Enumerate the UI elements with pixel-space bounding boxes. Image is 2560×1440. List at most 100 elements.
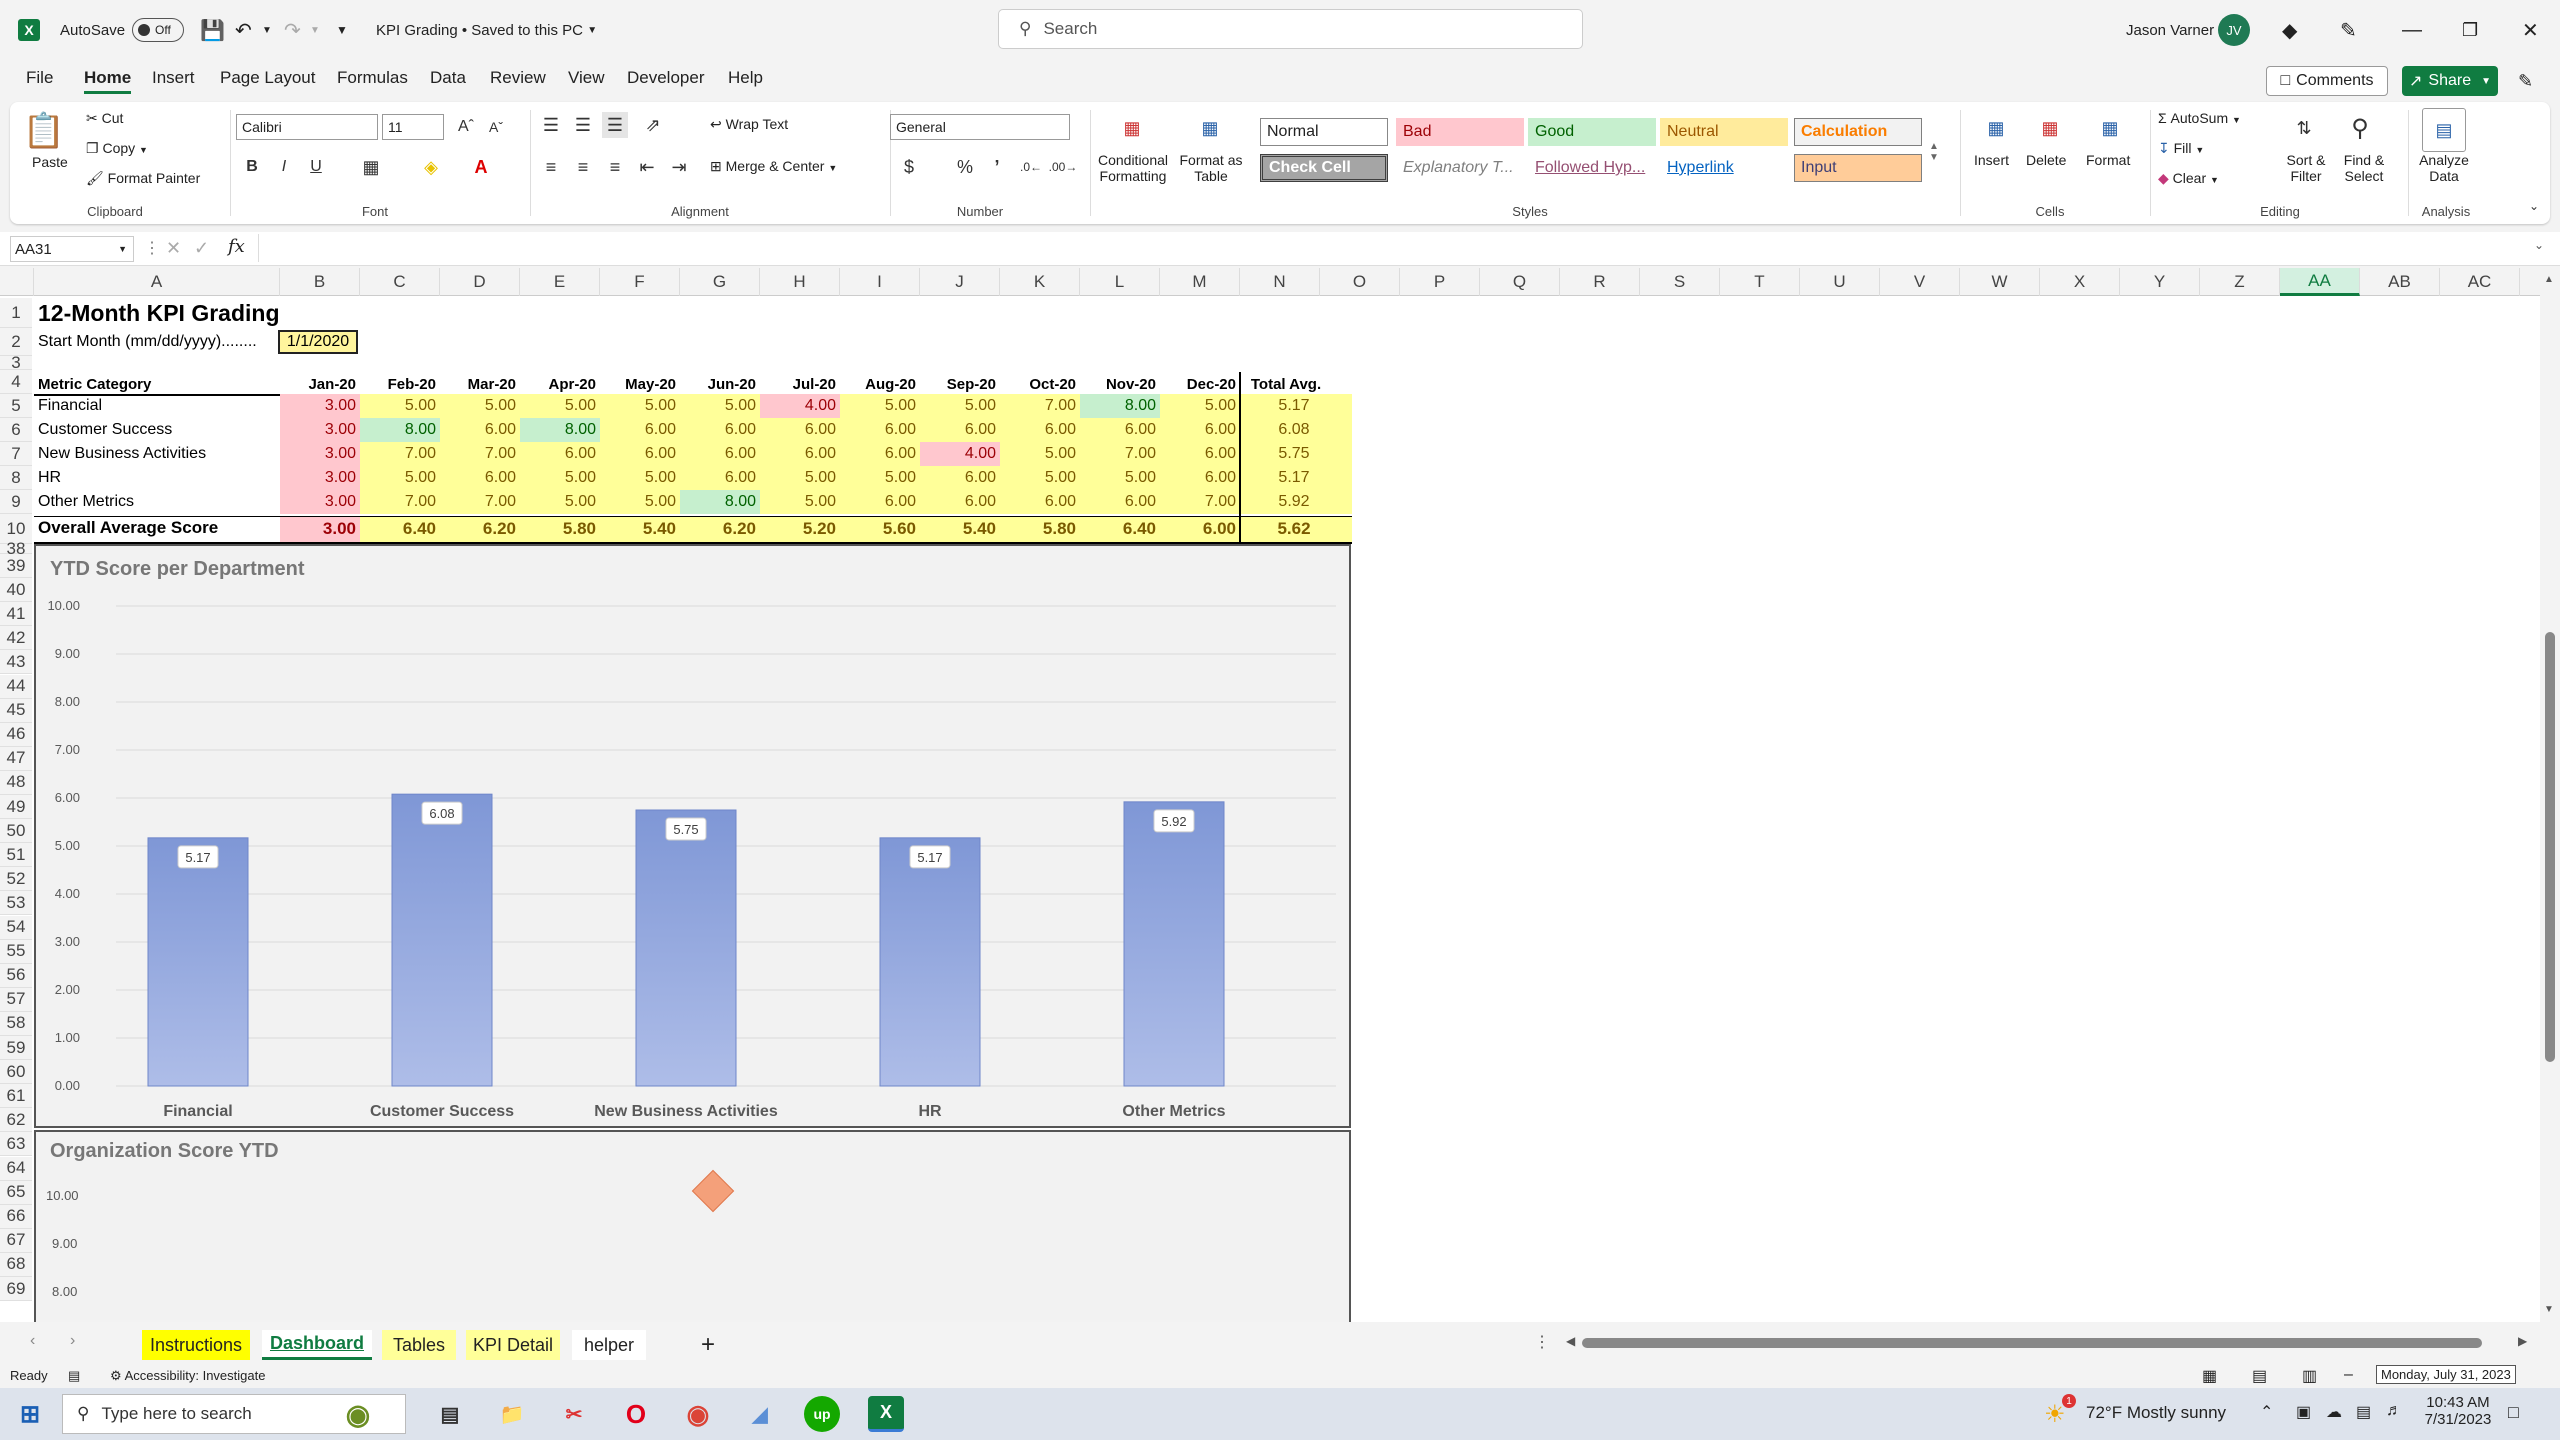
column-header-k[interactable]: K xyxy=(1000,268,1080,296)
row-header[interactable]: 8 xyxy=(0,466,32,490)
score-cell[interactable]: 6.00 xyxy=(600,418,680,442)
delete-cells-icon[interactable]: ▦ xyxy=(2030,110,2070,146)
undo-icon[interactable]: ↶ xyxy=(235,0,252,60)
more-icon[interactable]: ⋮ xyxy=(144,238,160,258)
row-header[interactable]: 5 xyxy=(0,394,32,418)
bar-hr[interactable] xyxy=(879,837,981,1087)
score-cell[interactable]: 6.00 xyxy=(840,418,920,442)
score-cell[interactable]: 6.00 xyxy=(1000,490,1080,514)
page-break-view-icon[interactable]: ▥ xyxy=(2302,1366,2317,1386)
score-cell[interactable]: 6.00 xyxy=(1160,442,1240,466)
style-check-cell[interactable]: Check Cell xyxy=(1260,154,1388,182)
score-cell[interactable]: 7.00 xyxy=(360,442,440,466)
share-button[interactable]: ↗ Share ▼ xyxy=(2402,66,2498,96)
notification-center-icon[interactable]: □ xyxy=(2508,1402,2519,1423)
style-input[interactable]: Input xyxy=(1794,154,1922,182)
format-cells-icon[interactable]: ▦ xyxy=(2090,110,2130,146)
autosave-toggle[interactable]: Off xyxy=(132,0,184,60)
score-cell[interactable]: 6.00 xyxy=(920,490,1000,514)
score-cell[interactable]: 6.00 xyxy=(840,490,920,514)
score-cell[interactable]: 5.00 xyxy=(360,394,440,418)
column-header-v[interactable]: V xyxy=(1880,268,1960,296)
row-header[interactable]: 61 xyxy=(0,1084,32,1109)
row-header[interactable]: 50 xyxy=(0,819,32,844)
format-table-icon[interactable]: ▦ xyxy=(1190,110,1230,146)
overall-score-cell[interactable]: 6.40 xyxy=(360,516,440,542)
style-normal[interactable]: Normal xyxy=(1260,118,1388,146)
column-header-m[interactable]: M xyxy=(1160,268,1240,296)
row-header[interactable]: 65 xyxy=(0,1180,32,1205)
orientation-icon[interactable]: ⇗ xyxy=(640,112,666,138)
styles-scroll-icon[interactable]: ▲ ▼ xyxy=(1926,112,1942,192)
menu-file[interactable]: File xyxy=(26,68,53,88)
overall-score-cell[interactable]: 5.80 xyxy=(1000,516,1080,542)
overall-score-cell[interactable]: 6.20 xyxy=(440,516,520,542)
format-as-table-button[interactable]: Format as Table xyxy=(1178,152,1244,184)
borders-icon[interactable]: ▦ xyxy=(358,154,384,180)
total-avg-cell[interactable]: 5.17 xyxy=(1240,394,1352,418)
align-center-icon[interactable]: ≡ xyxy=(570,154,596,180)
overall-score-cell[interactable]: 5.40 xyxy=(920,516,1000,542)
upwork-icon[interactable]: up xyxy=(804,1396,840,1432)
italic-icon[interactable]: I xyxy=(272,154,296,180)
zoom-out-icon[interactable]: – xyxy=(2344,1366,2353,1384)
paste-button[interactable]: Paste xyxy=(32,154,68,170)
row-header[interactable]: 45 xyxy=(0,698,32,723)
accessibility-status[interactable]: ⚙ Accessibility: Investigate xyxy=(110,1368,265,1384)
score-cell[interactable]: 4.00 xyxy=(760,394,840,418)
volume-icon[interactable]: ♬ xyxy=(2386,1402,2402,1420)
scroll-left-icon[interactable]: ◀ xyxy=(1566,1334,1575,1348)
score-cell[interactable]: 8.00 xyxy=(1080,394,1160,418)
score-cell[interactable]: 3.00 xyxy=(280,394,360,418)
macro-icon[interactable]: ▤ xyxy=(68,1368,80,1384)
row-header[interactable]: 57 xyxy=(0,987,32,1012)
present-icon[interactable]: ✎ xyxy=(2518,66,2533,96)
row-header[interactable]: 59 xyxy=(0,1036,32,1061)
score-cell[interactable]: 5.00 xyxy=(840,394,920,418)
score-cell[interactable]: 6.00 xyxy=(920,418,1000,442)
menu-insert[interactable]: Insert xyxy=(152,68,195,88)
diamond-icon[interactable]: ◆ xyxy=(2282,0,2297,60)
increase-indent-icon[interactable]: ⇥ xyxy=(666,154,692,180)
column-header-q[interactable]: Q xyxy=(1480,268,1560,296)
normal-view-icon[interactable]: ▦ xyxy=(2202,1366,2217,1386)
row-header[interactable]: 68 xyxy=(0,1252,32,1277)
tab-kpi-detail[interactable]: KPI Detail xyxy=(466,1330,560,1360)
total-avg-cell[interactable]: 5.92 xyxy=(1240,490,1352,514)
column-header-ac[interactable]: AC xyxy=(2440,268,2520,296)
sort-filter-button[interactable]: Sort & Filter xyxy=(2276,152,2336,184)
conditional-formatting-button[interactable]: Conditional Formatting xyxy=(1096,152,1170,184)
score-cell[interactable]: 5.00 xyxy=(360,466,440,490)
number-format-select[interactable]: General xyxy=(890,114,1070,140)
decrease-font-icon[interactable]: Aˇ xyxy=(484,114,508,140)
score-cell[interactable]: 6.00 xyxy=(920,466,1000,490)
restore-icon[interactable]: ❐ xyxy=(2462,0,2478,60)
file-explorer-icon[interactable]: 📁 xyxy=(494,1396,530,1432)
menu-help[interactable]: Help xyxy=(728,68,763,88)
score-cell[interactable]: 6.00 xyxy=(840,442,920,466)
insert-function-icon[interactable]: fx xyxy=(228,236,245,257)
font-name-select[interactable]: Calibri xyxy=(236,114,378,140)
row-header[interactable]: 4 xyxy=(0,370,32,394)
worksheet[interactable]: A B C D E F G H I J K L M N O P Q R S T U V W X Y Z AA AB AC 1234567… xyxy=(0,268,2540,1322)
windows-start-icon[interactable]: ⊞ xyxy=(12,1396,48,1432)
row-header[interactable]: 52 xyxy=(0,867,32,892)
column-header-x[interactable]: X xyxy=(2040,268,2120,296)
row-header[interactable]: 38 xyxy=(0,539,32,558)
score-cell[interactable]: 3.00 xyxy=(280,466,360,490)
paste-icon[interactable]: 📋 xyxy=(23,108,65,154)
total-avg-cell[interactable]: 6.08 xyxy=(1240,418,1352,442)
font-color-icon[interactable]: A xyxy=(468,154,494,180)
menu-home[interactable]: Home xyxy=(84,68,132,94)
select-all-corner[interactable] xyxy=(0,268,34,296)
row-header[interactable]: 60 xyxy=(0,1060,32,1085)
page-layout-view-icon[interactable]: ▤ xyxy=(2252,1366,2267,1386)
column-header-n[interactable]: N xyxy=(1240,268,1320,296)
app-icon[interactable]: ◢ xyxy=(742,1396,778,1432)
column-header-h[interactable]: H xyxy=(760,268,840,296)
weather-text[interactable]: 72°F Mostly sunny xyxy=(2086,1403,2226,1423)
column-header-g[interactable]: G xyxy=(680,268,760,296)
row-header[interactable]: 39 xyxy=(0,554,32,579)
align-middle-icon[interactable]: ☰ xyxy=(570,112,596,138)
score-cell[interactable]: 6.00 xyxy=(760,418,840,442)
